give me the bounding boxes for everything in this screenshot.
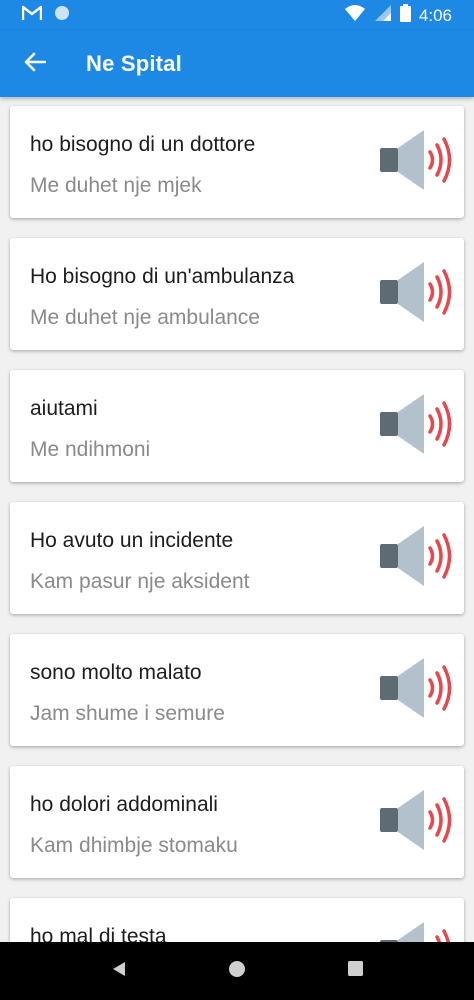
phrase-card[interactable]: Ho bisogno di un'ambulanza Me duhet nje … — [10, 238, 464, 350]
phrase-list-viewport[interactable]: ho bisogno di un dottore Me duhet nje mj… — [0, 97, 474, 942]
phrase-albanian: Kam pasur nje aksident — [30, 570, 250, 593]
phrase-italian: sono molto malato — [30, 661, 202, 684]
recents-square-icon — [347, 961, 363, 981]
wifi-icon — [344, 4, 366, 27]
speaker-icon[interactable] — [378, 920, 456, 942]
phrase-albanian: Me duhet nje ambulance — [30, 306, 260, 329]
phrase-card[interactable]: ho bisogno di un dottore Me duhet nje mj… — [10, 106, 464, 218]
speaker-icon[interactable] — [378, 392, 456, 456]
nav-back-button[interactable] — [99, 951, 139, 991]
phrase-card[interactable]: ho dolori addominali Kam dhimbje stomaku — [10, 766, 464, 878]
phrase-italian: ho bisogno di un dottore — [30, 133, 256, 156]
phrase-card[interactable]: ho mal di testa — [10, 898, 464, 942]
arrow-back-icon — [24, 51, 47, 78]
phrase-card[interactable]: Ho avuto un incidente Kam pasur nje aksi… — [10, 502, 464, 614]
app-bar: Ne Spital — [0, 31, 474, 97]
back-button[interactable] — [0, 31, 70, 97]
nav-recents-button[interactable] — [335, 951, 375, 991]
page-title: Ne Spital — [86, 51, 182, 76]
phrase-italian: aiutami — [30, 397, 98, 420]
phrase-card[interactable]: aiutami Me ndihmoni — [10, 370, 464, 482]
phrase-italian: Ho avuto un incidente — [30, 529, 234, 552]
speaker-icon[interactable] — [378, 128, 456, 192]
speaker-icon[interactable] — [378, 260, 456, 324]
phrase-albanian: Me ndihmoni — [30, 438, 151, 461]
signal-icon — [374, 4, 392, 27]
battery-icon — [399, 4, 411, 27]
circle-notification-icon — [54, 5, 70, 26]
phrase-albanian: Me duhet nje mjek — [30, 174, 202, 197]
home-circle-icon — [228, 960, 246, 983]
clock: 4:06 — [418, 5, 452, 25]
phrase-italian: Ho bisogno di un'ambulanza — [30, 265, 295, 288]
phrase-italian: ho mal di testa — [30, 925, 167, 942]
speaker-icon[interactable] — [378, 524, 456, 588]
gmail-icon — [21, 5, 43, 26]
status-bar: 4:06 — [0, 0, 474, 31]
back-triangle-icon — [111, 961, 127, 982]
phrase-albanian: Jam shume i semure — [30, 702, 225, 725]
phrase-albanian: Kam dhimbje stomaku — [30, 834, 238, 857]
phrase-italian: ho dolori addominali — [30, 793, 218, 816]
phrase-list: ho bisogno di un dottore Me duhet nje mj… — [0, 97, 474, 942]
nav-home-button[interactable] — [217, 951, 257, 991]
speaker-icon[interactable] — [378, 788, 456, 852]
speaker-icon[interactable] — [378, 656, 456, 720]
phrase-card[interactable]: sono molto malato Jam shume i semure — [10, 634, 464, 746]
system-nav-bar — [0, 942, 474, 1000]
